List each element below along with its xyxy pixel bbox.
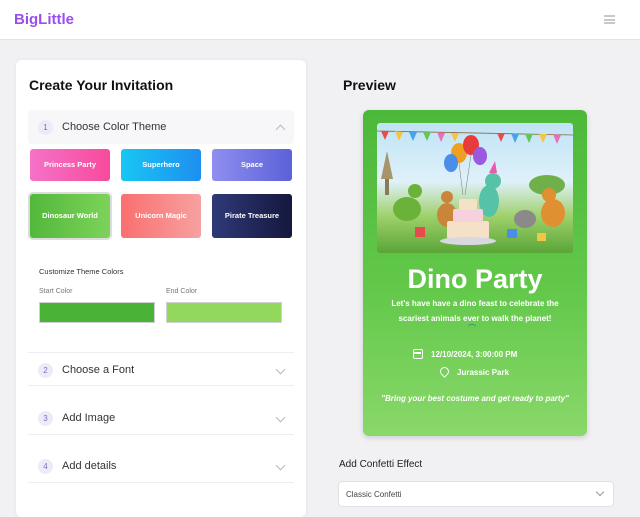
step-label: Choose Color Theme <box>62 121 167 133</box>
invitation-builder-panel: Create Your Invitation 1 Choose Color Th… <box>16 60 306 517</box>
step-label: Add Image <box>62 412 116 424</box>
dinosaur-party-illustration <box>377 130 573 245</box>
chevron-up-icon <box>275 124 286 135</box>
step-add-image[interactable]: 3 Add Image <box>28 401 294 435</box>
theme-superhero[interactable]: Superhero <box>121 149 201 181</box>
chevron-down-icon <box>275 460 286 471</box>
invitation-title: Dino Party <box>407 264 543 294</box>
theme-pirate-treasure[interactable]: Pirate Treasure <box>212 194 292 238</box>
theme-space[interactable]: Space <box>212 149 292 181</box>
map-pin-icon <box>438 365 451 378</box>
step-add-details[interactable]: 4 Add details <box>28 449 294 483</box>
step-number: 3 <box>38 410 53 426</box>
panel-title: Create Your Invitation <box>29 77 174 93</box>
chevron-down-icon <box>275 364 286 375</box>
end-color-picker[interactable] <box>166 302 282 323</box>
customize-colors-title: Customize Theme Colors <box>39 267 124 276</box>
preview-title: Preview <box>343 77 396 93</box>
invitation-location: Jurassic Park <box>457 368 510 377</box>
end-color-label: End Color <box>166 288 198 295</box>
dinosaur-icon: ⌒ <box>468 324 476 333</box>
confetti-effect-select[interactable]: Classic Confetti <box>338 481 614 507</box>
app-logo[interactable]: BigLittle <box>14 11 74 28</box>
theme-dinosaur-world[interactable]: Dinosaur World <box>30 194 110 238</box>
menu-icon[interactable] <box>604 15 615 24</box>
dinosaur-party-image <box>377 123 573 253</box>
invitation-card-preview: Dino Party Let's have have a dino feast … <box>363 110 587 436</box>
step-number: 2 <box>38 362 53 378</box>
chevron-down-icon <box>275 412 286 423</box>
calendar-icon <box>413 349 423 359</box>
step-label: Add details <box>62 460 117 472</box>
theme-princess-party[interactable]: Princess Party <box>30 149 110 181</box>
chevron-down-icon <box>595 487 605 497</box>
theme-unicorn-magic[interactable]: Unicorn Magic <box>121 194 201 238</box>
step-number: 1 <box>38 119 53 135</box>
step-divider <box>28 434 294 435</box>
step-divider <box>28 482 294 483</box>
invitation-datetime: 12/10/2024, 3:00:00 PM <box>431 350 518 359</box>
step-color-theme[interactable]: 1 Choose Color Theme <box>28 110 294 144</box>
invitation-quote: "Bring your best costume and get ready t… <box>381 394 569 403</box>
step-number: 4 <box>38 458 53 474</box>
invitation-description: Let's have have a dino feast to celebrat… <box>391 299 559 324</box>
start-color-picker[interactable] <box>39 302 155 323</box>
confetti-selected-value: Classic Confetti <box>346 490 402 499</box>
step-choose-font[interactable]: 2 Choose a Font <box>28 353 294 387</box>
start-color-label: Start Color <box>39 288 73 295</box>
step-divider <box>28 385 294 386</box>
step-label: Choose a Font <box>62 364 135 376</box>
confetti-effect-label: Add Confetti Effect <box>339 459 423 470</box>
top-bar: BigLittle <box>0 0 640 40</box>
